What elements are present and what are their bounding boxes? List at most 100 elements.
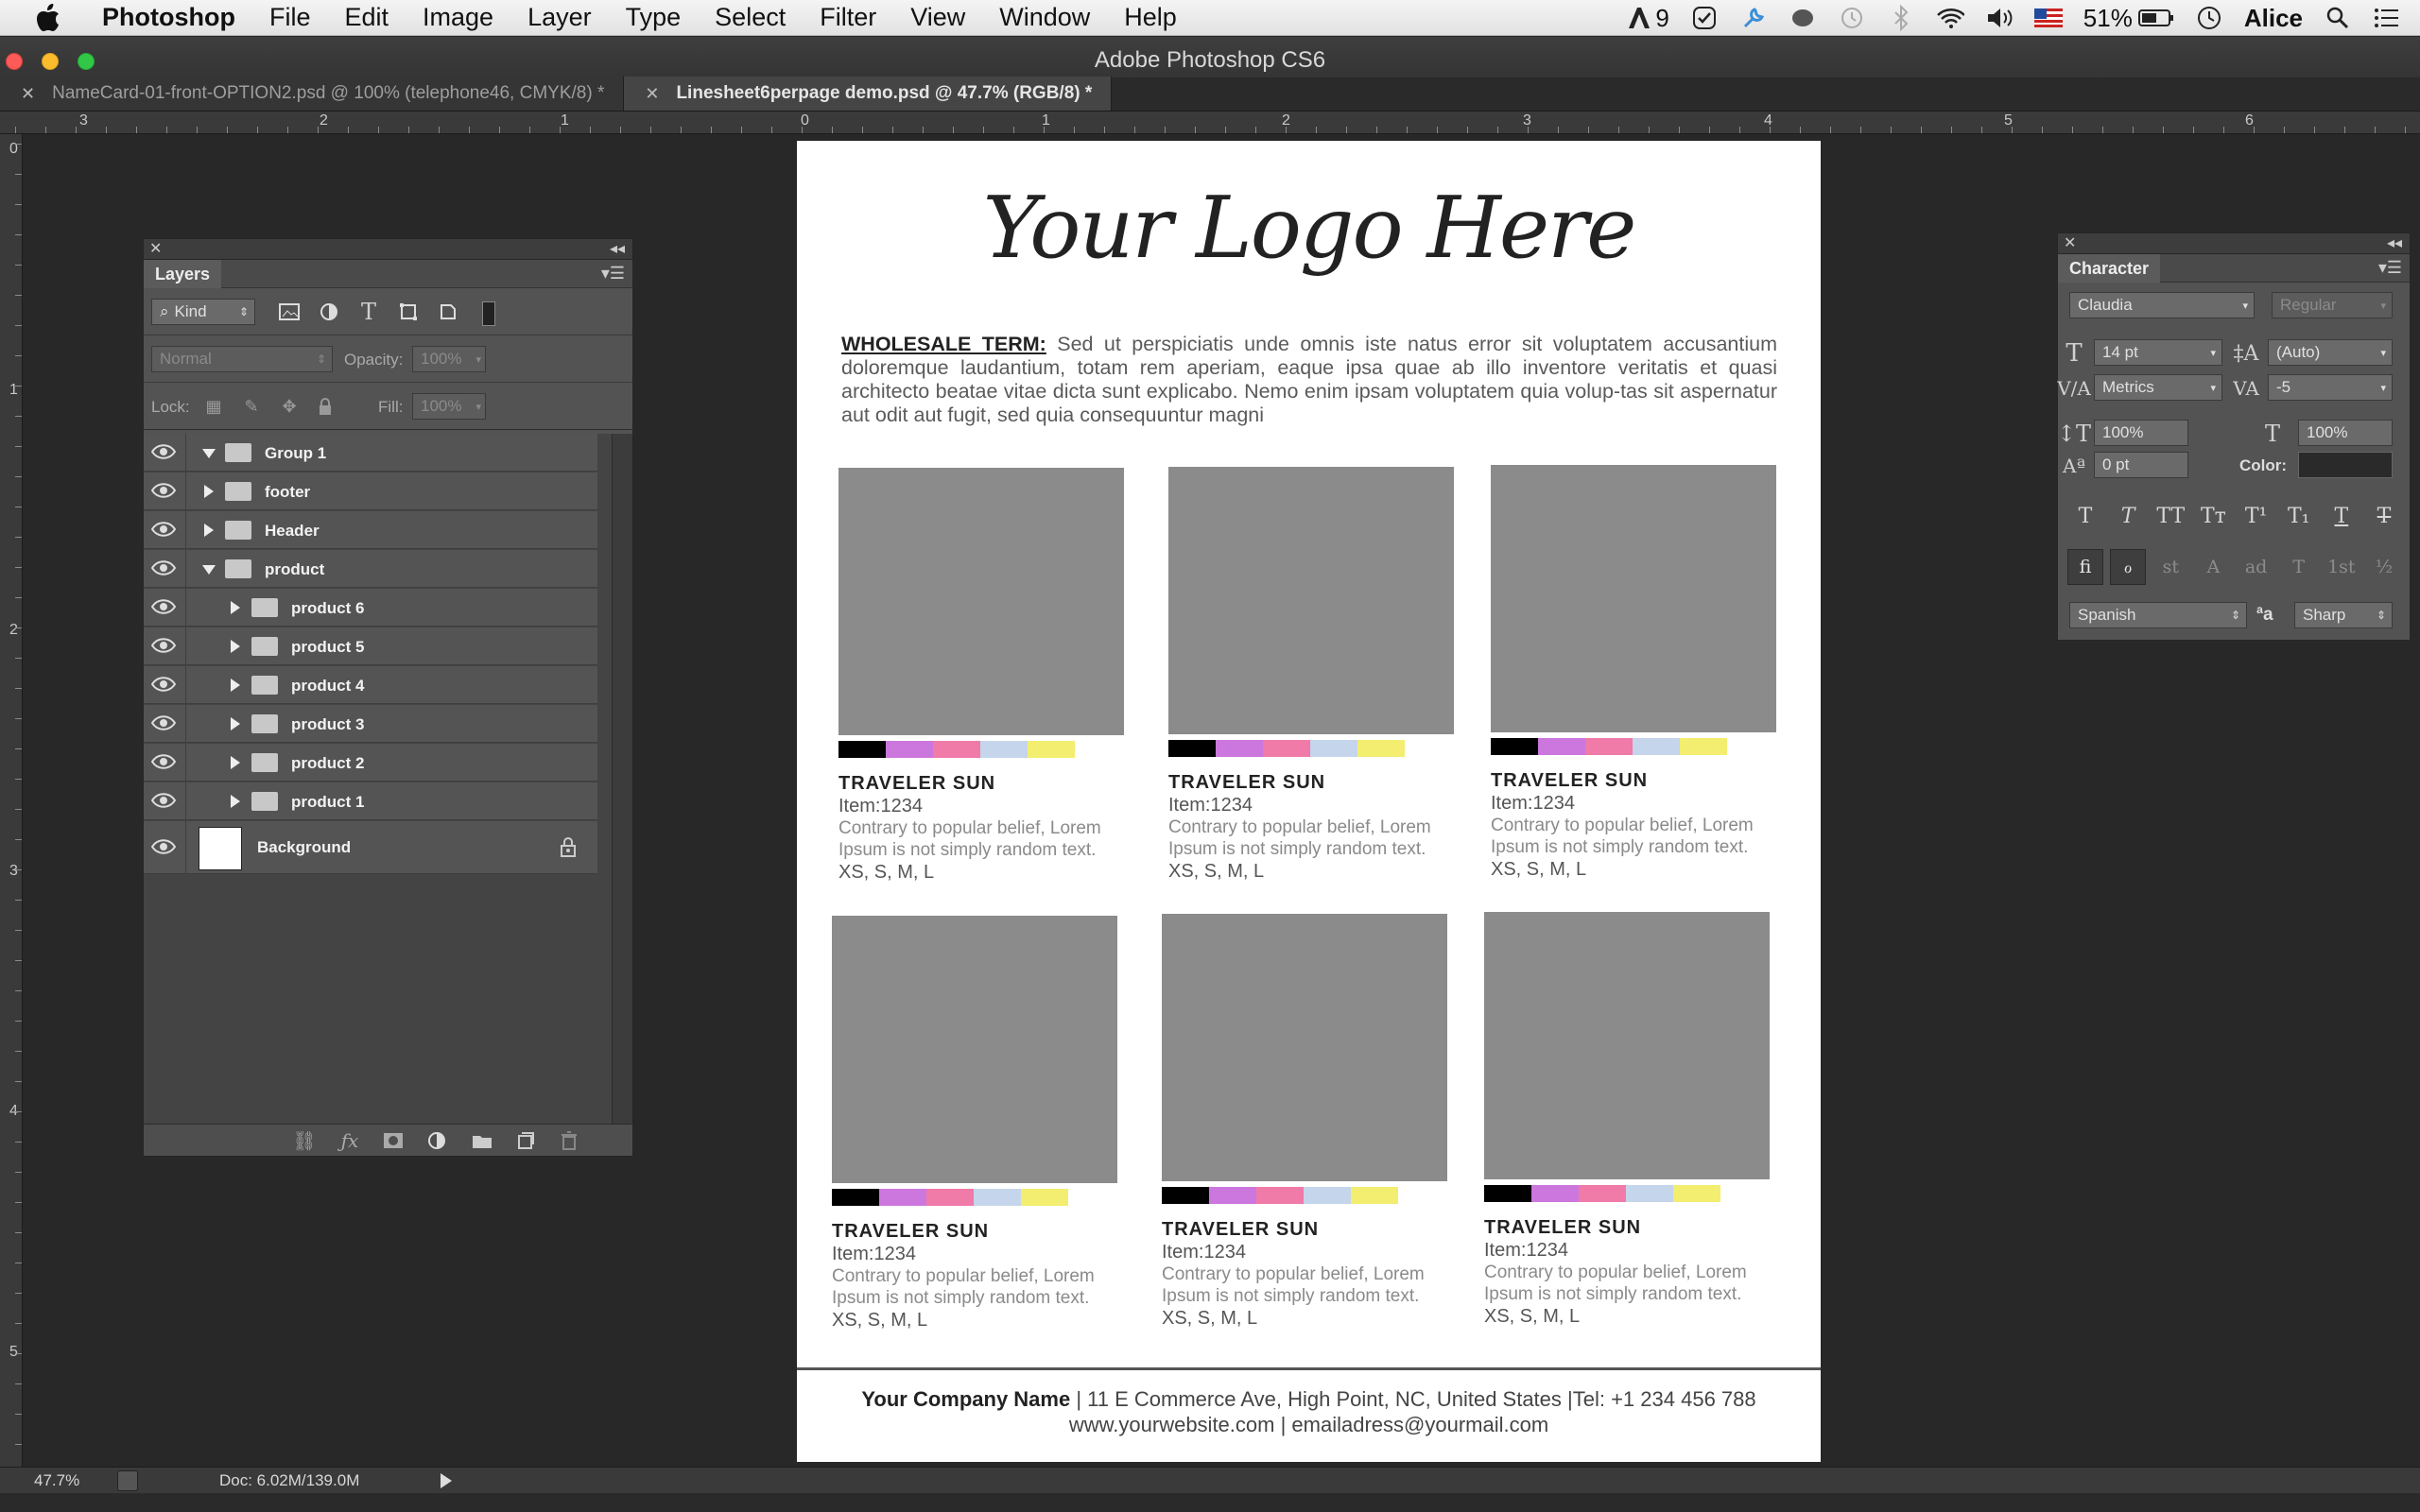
layer-row[interactable]: footer xyxy=(144,472,597,510)
chevron-right-icon[interactable] xyxy=(231,795,240,808)
lock-position-icon[interactable]: ✥ xyxy=(272,389,306,423)
adjustment-layer-icon[interactable] xyxy=(420,1124,454,1158)
blend-mode-select[interactable]: Normal ⇕ xyxy=(151,346,333,372)
wifi-icon[interactable] xyxy=(1936,4,1964,32)
new-group-icon[interactable] xyxy=(465,1124,499,1158)
menu-file[interactable]: File xyxy=(252,3,328,32)
eye-icon[interactable] xyxy=(150,596,177,617)
layer-row[interactable]: product 6 xyxy=(144,589,597,627)
filter-adjustment-icon[interactable] xyxy=(312,295,346,329)
panel-collapse-icon[interactable]: ◂◂ xyxy=(610,239,625,258)
trash-icon[interactable] xyxy=(552,1124,586,1158)
layer-row[interactable]: product 3 xyxy=(144,705,597,743)
lock-transparent-icon[interactable]: ▦ xyxy=(197,389,231,423)
user-name[interactable]: Alice xyxy=(2244,4,2303,33)
lock-all-icon[interactable] xyxy=(308,389,342,423)
apple-icon[interactable] xyxy=(30,0,66,36)
leading-input[interactable]: (Auto) ▾ xyxy=(2268,339,2393,366)
eye-icon[interactable] xyxy=(150,519,177,540)
chevron-down-icon[interactable] xyxy=(202,565,216,575)
fx-icon[interactable]: ƒx xyxy=(333,1124,367,1158)
panel-menu-icon[interactable]: ▾☰ xyxy=(2378,258,2402,278)
eye-icon[interactable] xyxy=(150,558,177,578)
font-size-input[interactable]: 14 pt ▾ xyxy=(2094,339,2222,366)
layer-row[interactable]: product 1 xyxy=(144,782,597,820)
chevron-down-icon[interactable] xyxy=(202,449,216,458)
text-style-bold-button[interactable]: T xyxy=(2067,498,2103,534)
eye-icon[interactable] xyxy=(150,790,177,811)
layer-row[interactable]: product 5 xyxy=(144,627,597,665)
opentype-titling-button[interactable]: T xyxy=(2281,549,2317,585)
layer-filter-kind[interactable]: ⌕ Kind ⇕ xyxy=(151,299,255,325)
opentype-contextual-alternates-button[interactable]: ℴ xyxy=(2110,549,2147,585)
chevron-right-icon[interactable] xyxy=(231,756,240,769)
tab-linesheet[interactable]: ✕ Linesheet6perpage demo.psd @ 47.7% (RG… xyxy=(624,77,1113,111)
kerning-select[interactable]: Metrics ▾ xyxy=(2094,374,2222,401)
chevron-right-icon[interactable] xyxy=(231,717,240,730)
vertical-ruler[interactable]: 0 1 2 3 4 5 xyxy=(0,134,23,1467)
antialias-select[interactable]: Sharp ⇕ xyxy=(2294,602,2393,628)
eye-icon[interactable] xyxy=(150,480,177,501)
text-style-all-caps-button[interactable]: TT xyxy=(2152,498,2188,534)
document-canvas[interactable]: Your Logo Here WHOLESALE TERM: Sed ut pe… xyxy=(797,141,1821,1462)
wrench-icon[interactable] xyxy=(1739,4,1768,32)
text-style-italic-button[interactable]: T xyxy=(2110,498,2146,534)
character-panel-tab[interactable]: Character xyxy=(2058,254,2161,283)
filter-shape-icon[interactable] xyxy=(391,295,425,329)
layer-row[interactable]: product 2 xyxy=(144,744,597,782)
menu-help[interactable]: Help xyxy=(1107,3,1194,32)
eye-icon[interactable] xyxy=(150,713,177,733)
bluetooth-icon[interactable] xyxy=(1887,4,1915,32)
eye-icon[interactable] xyxy=(150,836,177,857)
layer-row[interactable]: Header xyxy=(144,511,597,549)
opentype-ordinals-button[interactable]: 1st xyxy=(2324,549,2360,585)
opentype-discretionary-ligatures-button[interactable]: st xyxy=(2152,549,2188,585)
eye-icon[interactable] xyxy=(150,635,177,656)
evernote-elephant-icon[interactable] xyxy=(1789,4,1817,32)
text-style-underline-button[interactable]: T xyxy=(2324,498,2360,534)
us-flag-icon[interactable] xyxy=(2033,4,2063,32)
close-icon[interactable]: ✕ xyxy=(21,84,35,104)
text-style-strikethrough-button[interactable]: T xyxy=(2366,498,2402,534)
menu-image[interactable]: Image xyxy=(406,3,510,32)
panel-close-icon[interactable]: ✕ xyxy=(2064,233,2076,252)
zoom-window-button[interactable] xyxy=(78,53,95,70)
new-layer-icon[interactable] xyxy=(509,1124,543,1158)
layers-panel-tab[interactable]: Layers xyxy=(144,260,222,288)
fill-input[interactable]: 100% ▾ xyxy=(412,393,486,420)
eye-icon[interactable] xyxy=(150,751,177,772)
text-style-superscript-button[interactable]: T¹ xyxy=(2238,498,2274,534)
document-info-icon[interactable] xyxy=(117,1470,138,1491)
vertical-scale-input[interactable]: 100% xyxy=(2094,420,2188,446)
horizontal-ruler[interactable]: 3 2 1 0 1 2 3 4 5 6 xyxy=(0,112,2420,134)
spotlight-search-icon[interactable] xyxy=(2324,4,2352,32)
horizontal-scale-input[interactable]: 100% xyxy=(2298,420,2393,446)
tab-namecard[interactable]: ✕ NameCard-01-front-OPTION2.psd @ 100% (… xyxy=(0,77,625,111)
layer-row-background[interactable]: Background xyxy=(144,821,597,874)
font-family-select[interactable]: Claudia ▾ xyxy=(2069,292,2255,318)
chevron-right-icon[interactable] xyxy=(204,524,214,537)
play-arrow-icon[interactable] xyxy=(441,1473,452,1488)
filter-pixel-icon[interactable] xyxy=(272,295,306,329)
battery-status[interactable]: 51% xyxy=(2083,4,2174,33)
layer-row[interactable]: product 4 xyxy=(144,666,597,704)
opentype-swash-button[interactable]: A xyxy=(2195,549,2231,585)
time-machine-icon[interactable] xyxy=(1838,4,1866,32)
lock-image-icon[interactable]: ✎ xyxy=(234,389,268,423)
menu-view[interactable]: View xyxy=(893,3,982,32)
menu-app-name[interactable]: Photoshop xyxy=(85,3,252,32)
filter-smartobject-icon[interactable] xyxy=(431,295,465,329)
notification-center-icon[interactable] xyxy=(2373,4,2401,32)
menu-filter[interactable]: Filter xyxy=(803,3,893,32)
zoom-level[interactable]: 47.7% xyxy=(34,1471,79,1490)
chevron-right-icon[interactable] xyxy=(231,679,240,692)
menu-edit[interactable]: Edit xyxy=(328,3,406,32)
text-style-small-caps-button[interactable]: Tт xyxy=(2195,498,2231,534)
panel-close-icon[interactable]: ✕ xyxy=(149,239,162,258)
panel-menu-icon[interactable]: ▾☰ xyxy=(601,264,625,284)
opacity-input[interactable]: 100% ▾ xyxy=(412,346,486,372)
close-icon[interactable]: ✕ xyxy=(645,84,659,104)
text-color-swatch[interactable] xyxy=(2298,452,2393,478)
tracking-input[interactable]: -5 ▾ xyxy=(2268,374,2393,401)
eye-icon[interactable] xyxy=(150,674,177,695)
